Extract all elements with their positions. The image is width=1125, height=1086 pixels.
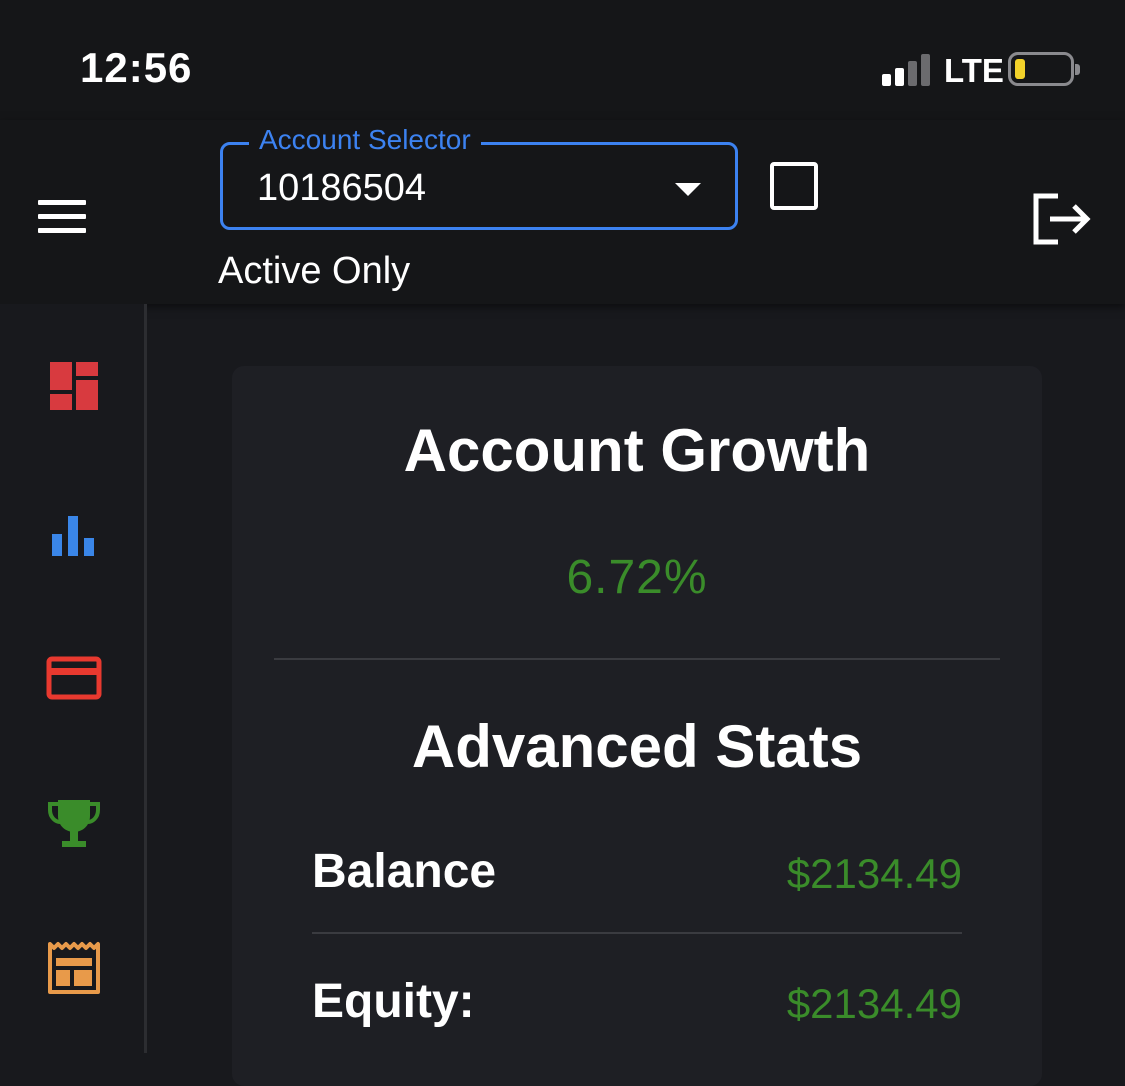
- active-only-checkbox[interactable]: [770, 162, 818, 210]
- account-growth-value: 6.72%: [566, 551, 708, 604]
- section-divider: [274, 658, 1000, 660]
- account-summary-card: Account Growth 6.72% Advanced Stats Bala…: [232, 366, 1042, 1086]
- stat-value: $2134.49: [786, 850, 962, 897]
- dashboard-icon[interactable]: [44, 356, 104, 416]
- account-selector-label: Account Selector: [249, 123, 481, 157]
- stat-label: Equity:: [312, 975, 475, 1028]
- cellular-signal-icon: [882, 54, 934, 86]
- battery-level: [1015, 59, 1025, 79]
- trophy-icon[interactable]: [44, 794, 104, 854]
- battery-icon: [1008, 52, 1080, 86]
- bar-chart-icon[interactable]: [44, 506, 104, 566]
- network-type: LTE: [944, 52, 1004, 89]
- logout-icon[interactable]: [1030, 192, 1092, 246]
- stat-value: $2134.49: [786, 980, 962, 1027]
- account-selector-dropdown[interactable]: Account Selector 10186504: [220, 123, 738, 230]
- active-only-label: Active Only: [218, 250, 411, 292]
- credit-card-icon[interactable]: [44, 648, 104, 708]
- dropdown-caret-icon: [675, 183, 701, 196]
- account-selector-value: 10186504: [257, 167, 427, 209]
- status-time: 12:56: [80, 44, 193, 91]
- hamburger-menu-icon[interactable]: [38, 200, 88, 236]
- calendar-table-icon[interactable]: [44, 938, 104, 998]
- row-divider: [312, 932, 962, 934]
- stat-label: Balance: [312, 845, 497, 898]
- account-growth-title: Account Growth: [403, 417, 871, 484]
- status-bar: 12:56 LTE: [0, 0, 1125, 120]
- stat-row-equity: Equity: $2134.49: [312, 966, 962, 1046]
- stat-row-balance: Balance $2134.49: [312, 836, 962, 916]
- advanced-stats-title: Advanced Stats: [411, 713, 863, 780]
- sidebar-nav: [0, 304, 147, 1053]
- app-bar: Account Selector 10186504 Active Only: [0, 120, 1125, 304]
